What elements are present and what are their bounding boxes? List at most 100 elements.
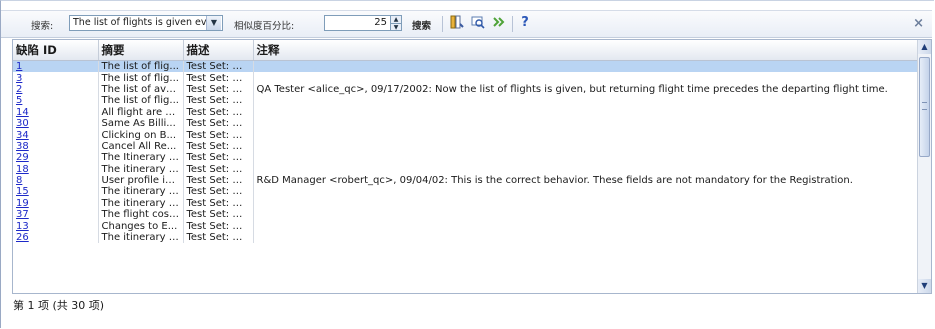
- cell-summary: Same As Billi...: [98, 117, 184, 130]
- similarity-label: 相似度百分比:: [234, 21, 295, 32]
- cell-summary: User profile is...: [98, 174, 184, 187]
- column-header-description[interactable]: 描述: [183, 40, 254, 61]
- cell-summary: The flight cost...: [98, 209, 184, 221]
- cell-defect-id[interactable]: 19: [13, 197, 99, 210]
- cell-defect-id[interactable]: 5: [13, 95, 99, 107]
- cell-comment: [253, 140, 919, 153]
- cell-description: Test Set: Mer...: [183, 220, 254, 232]
- similarity-percent-input[interactable]: 25: [324, 15, 391, 31]
- find-similar-icon[interactable]: [470, 15, 486, 31]
- search-input[interactable]: The list of flights is given even: [69, 15, 223, 31]
- table-row[interactable]: 30 Same As Billi... Test Set: Mer...: [13, 117, 919, 130]
- defect-id-link[interactable]: 1: [16, 61, 22, 72]
- search-dropdown-button[interactable]: ▼: [206, 16, 221, 30]
- defect-id-link[interactable]: 29: [16, 152, 29, 163]
- table-row[interactable]: 5 The list of flig... Test Set: Mer...: [13, 95, 919, 107]
- close-icon[interactable]: ×: [913, 16, 924, 31]
- cell-defect-id[interactable]: 14: [13, 106, 99, 118]
- toolbar-separator: [442, 16, 443, 32]
- spin-down-icon[interactable]: ▼: [391, 23, 401, 31]
- table-row[interactable]: 38 Cancel All Re... Test Set: Mer...: [13, 140, 919, 153]
- cell-comment: [253, 152, 919, 164]
- cell-comment: [253, 117, 919, 130]
- defect-id-link[interactable]: 3: [16, 73, 22, 84]
- cell-comment: [253, 209, 919, 221]
- defect-id-link[interactable]: 15: [16, 186, 29, 197]
- cell-defect-id[interactable]: 18: [13, 163, 99, 175]
- cell-summary: All flight are s...: [98, 106, 184, 118]
- table-row[interactable]: 13 Changes to E... Test Set: Mer...: [13, 220, 919, 232]
- columns-icon[interactable]: [449, 15, 465, 31]
- cell-comment: [253, 186, 919, 198]
- defect-id-link[interactable]: 34: [16, 130, 29, 141]
- cell-defect-id[interactable]: 8: [13, 174, 99, 187]
- help-icon[interactable]: ?: [517, 15, 533, 31]
- scroll-up-icon[interactable]: ▲: [918, 40, 931, 54]
- defect-id-link[interactable]: 8: [16, 175, 22, 186]
- table-header-row: 缺陷 ID 摘要 描述 注释: [13, 40, 919, 61]
- cell-defect-id[interactable]: 3: [13, 72, 99, 84]
- cell-defect-id[interactable]: 2: [13, 83, 99, 96]
- table-row[interactable]: 2 The list of ava... Test Set: Mer... QA Te…: [13, 83, 919, 96]
- cell-comment: [253, 197, 919, 210]
- defect-id-link[interactable]: 18: [16, 164, 29, 175]
- table-row[interactable]: 34 Clicking on B... Test Set: Mer...: [13, 129, 919, 141]
- vertical-scrollbar[interactable]: ▲ ▼: [917, 40, 931, 293]
- cell-description: Test Set: Mer...: [183, 152, 254, 164]
- cell-description: Test Set: Mer...: [183, 83, 254, 96]
- table-row[interactable]: 19 The itinerary i... Test Set: Mer...: [13, 197, 919, 210]
- column-header-comments[interactable]: 注释: [253, 40, 919, 61]
- table-row[interactable]: 18 The itinerary i... Test Set: Mer...: [13, 163, 919, 175]
- cell-defect-id[interactable]: 29: [13, 152, 99, 164]
- table-row[interactable]: 8 User profile is... Test Set: Mer... R&D M…: [13, 174, 919, 187]
- record-count-status: 第 1 项 (共 30 项): [13, 299, 105, 312]
- cell-description: Test Set: Mer...: [183, 60, 254, 73]
- scrollbar-thumb[interactable]: [919, 57, 930, 157]
- defect-id-link[interactable]: 37: [16, 209, 29, 220]
- defect-id-link[interactable]: 5: [16, 95, 22, 106]
- defect-id-link[interactable]: 2: [16, 84, 22, 95]
- cell-summary: The Itinerary i...: [98, 152, 184, 164]
- cell-description: Test Set: Mer...: [183, 163, 254, 175]
- similarity-spinner[interactable]: ▲ ▼: [390, 15, 402, 31]
- search-button[interactable]: 搜索: [412, 18, 431, 32]
- column-header-defect-id[interactable]: 缺陷 ID: [13, 40, 99, 61]
- cell-defect-id[interactable]: 26: [13, 231, 99, 244]
- defect-id-link[interactable]: 19: [16, 198, 29, 209]
- table-row[interactable]: 14 All flight are s... Test Set: Mer...: [13, 106, 919, 118]
- spin-up-icon[interactable]: ▲: [391, 16, 401, 23]
- defect-id-link[interactable]: 38: [16, 141, 29, 152]
- cell-description: Test Set: Mer...: [183, 129, 254, 141]
- column-header-summary[interactable]: 摘要: [98, 40, 184, 61]
- table-row[interactable]: 1 The list of flig... Test Set: Mer...: [13, 60, 919, 73]
- cell-defect-id[interactable]: 34: [13, 129, 99, 141]
- table-row[interactable]: 3 The list of flig... Test Set: Mer...: [13, 72, 919, 84]
- scroll-down-icon[interactable]: ▼: [918, 279, 931, 293]
- cell-description: Test Set: Mer...: [183, 197, 254, 210]
- cell-comment: QA Tester <alice_qc>, 09/17/2002: Now th…: [253, 83, 919, 96]
- cell-defect-id[interactable]: 38: [13, 140, 99, 153]
- cell-summary: Clicking on B...: [98, 129, 184, 141]
- search-label: 搜索:: [31, 21, 54, 32]
- table-row[interactable]: 26 The itinerary i... Test Set: Mer...: [13, 231, 919, 244]
- table-row[interactable]: 15 The itinerary i... Test Set: Mer...: [13, 186, 919, 198]
- table-row[interactable]: 37 The flight cost... Test Set: Mer...: [13, 209, 919, 221]
- defect-id-link[interactable]: 14: [16, 107, 29, 118]
- cell-comment: R&D Manager <robert_qc>, 09/04/02: This …: [253, 174, 919, 187]
- cell-defect-id[interactable]: 13: [13, 220, 99, 232]
- defect-id-link[interactable]: 30: [16, 118, 29, 129]
- cell-summary: The itinerary i...: [98, 186, 184, 198]
- cell-defect-id[interactable]: 15: [13, 186, 99, 198]
- cell-defect-id[interactable]: 37: [13, 209, 99, 221]
- cell-description: Test Set: Mer...: [183, 72, 254, 84]
- defect-id-link[interactable]: 13: [16, 221, 29, 232]
- go-to-defect-icon[interactable]: [491, 15, 507, 31]
- cell-description: Test Set: Mer...: [183, 186, 254, 198]
- cell-defect-id[interactable]: 1: [13, 60, 99, 73]
- cell-description: Test Set: Mer...: [183, 140, 254, 153]
- cell-comment: [253, 129, 919, 141]
- cell-defect-id[interactable]: 30: [13, 117, 99, 130]
- defect-id-link[interactable]: 26: [16, 232, 29, 243]
- table-row[interactable]: 29 The Itinerary i... Test Set: Mer...: [13, 152, 919, 164]
- cell-description: Test Set: Mer...: [183, 106, 254, 118]
